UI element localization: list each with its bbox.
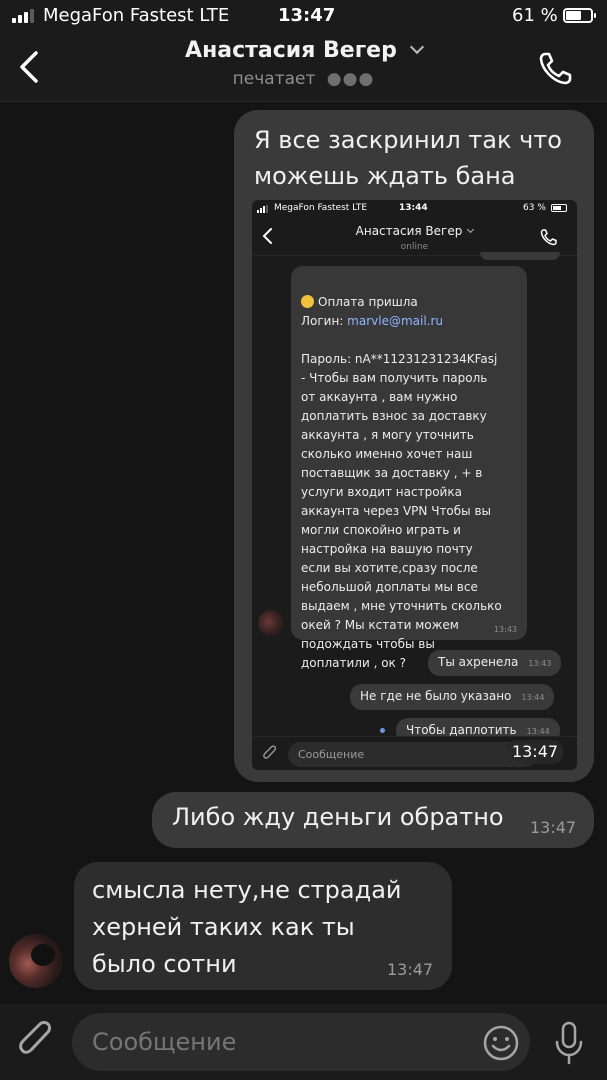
screenshot-carrier: MegaFon Fastest LTE bbox=[274, 203, 368, 213]
screenshot-message-time: 13:43 bbox=[493, 625, 517, 634]
screenshot-contact-status: online bbox=[400, 242, 429, 252]
screenshot-time-badge: 13:47 bbox=[507, 740, 563, 764]
message-time: 13:47 bbox=[530, 818, 577, 837]
signal-icon bbox=[12, 9, 38, 23]
screenshot-outgoing-message: Не где не было указано 13:44 bbox=[350, 684, 555, 710]
screenshot-message-input: Сообщение bbox=[288, 742, 538, 767]
typing-dots-icon: ●●● bbox=[326, 69, 375, 89]
status-time: 13:47 bbox=[278, 5, 336, 26]
carrier-label: MegaFon Fastest LTE bbox=[43, 5, 230, 26]
screenshot-out-time: 13:44 bbox=[526, 727, 550, 736]
paperclip-icon bbox=[262, 745, 278, 763]
emoji-icon[interactable] bbox=[482, 1024, 520, 1062]
outgoing-message[interactable]: Я все заскринил так что можешь ждать бан… bbox=[234, 110, 594, 782]
back-chevron-icon bbox=[260, 227, 274, 245]
paperclip-icon[interactable] bbox=[16, 1020, 56, 1064]
battery-icon bbox=[551, 204, 567, 212]
screenshot-out-text: Не где не было указано bbox=[360, 689, 512, 703]
chevron-down-icon[interactable] bbox=[409, 39, 425, 55]
phone-icon[interactable] bbox=[536, 48, 576, 88]
battery-icon bbox=[563, 8, 596, 23]
status-bar: MegaFon Fastest LTE 13:47 61 % bbox=[0, 0, 607, 32]
screenshot-out-time: 13:43 bbox=[528, 659, 552, 668]
smirk-emoji-icon bbox=[301, 295, 314, 308]
incoming-message[interactable]: смысла нету,не страдай херней таких как … bbox=[74, 862, 452, 990]
screenshot-battery-percent: 63 % bbox=[523, 203, 546, 213]
contact-info[interactable]: Анастасия Вегер печатает ●●● bbox=[120, 38, 487, 89]
microphone-icon[interactable] bbox=[552, 1020, 586, 1066]
outgoing-message[interactable]: Либо жду деньги обратно 13:47 bbox=[152, 792, 594, 848]
screenshot-header: Анастасия Вегер online bbox=[252, 218, 577, 256]
screenshot-outgoing-message: Ты ахренела 13:43 bbox=[428, 650, 562, 676]
back-chevron-icon[interactable] bbox=[14, 50, 46, 84]
message-input-bar bbox=[0, 1004, 607, 1080]
screenshot-status-bar: MegaFon Fastest LTE 13:44 63 % bbox=[252, 200, 577, 218]
screenshot-time: 13:44 bbox=[399, 203, 428, 213]
typing-status: печатает bbox=[232, 69, 316, 89]
chevron-down-icon bbox=[467, 225, 475, 234]
battery-percent: 61 % bbox=[512, 5, 558, 26]
phone-icon bbox=[539, 227, 559, 247]
screenshot-contact-name: Анастасия Вегер bbox=[355, 224, 463, 238]
screenshot-image[interactable]: MegaFon Fastest LTE 13:44 63 % Анастасия… bbox=[252, 200, 577, 770]
screenshot-out-time: 13:44 bbox=[521, 693, 545, 702]
signal-icon bbox=[257, 205, 271, 213]
screenshot-line-payment: Оплата пришла bbox=[318, 295, 418, 309]
screenshot-out-text: Чтобы даплотить bbox=[406, 723, 517, 737]
screenshot-out-text: Ты ахренела bbox=[438, 655, 519, 669]
screenshot-message-body: Пароль: nA**11231231234KFasj - Чтобы вам… bbox=[301, 352, 502, 670]
message-time: 13:47 bbox=[387, 960, 434, 979]
screenshot-incoming-message: Оплата пришла Логин: marvle@mail.ru Паро… bbox=[291, 266, 527, 670]
screenshot-login-label: Логин: bbox=[301, 314, 348, 328]
screenshot-login-link: marvle@mail.ru bbox=[347, 314, 444, 328]
message-input[interactable] bbox=[72, 1013, 530, 1071]
message-text: Либо жду деньги обратно bbox=[172, 803, 504, 831]
screenshot-partial-bubble bbox=[480, 252, 560, 260]
message-text: Я все заскринил так что можешь ждать бан… bbox=[254, 126, 562, 190]
screenshot-avatar bbox=[258, 610, 284, 636]
chat-header: Анастасия Вегер печатает ●●● bbox=[0, 32, 607, 102]
contact-avatar[interactable] bbox=[9, 934, 63, 988]
contact-name[interactable]: Анастасия Вегер bbox=[185, 38, 397, 63]
screenshot-contact-info: Анастасия Вегер online bbox=[312, 220, 517, 252]
message-text: смысла нету,не страдай херней таких как … bbox=[92, 876, 402, 978]
unread-dot-icon bbox=[380, 728, 385, 733]
